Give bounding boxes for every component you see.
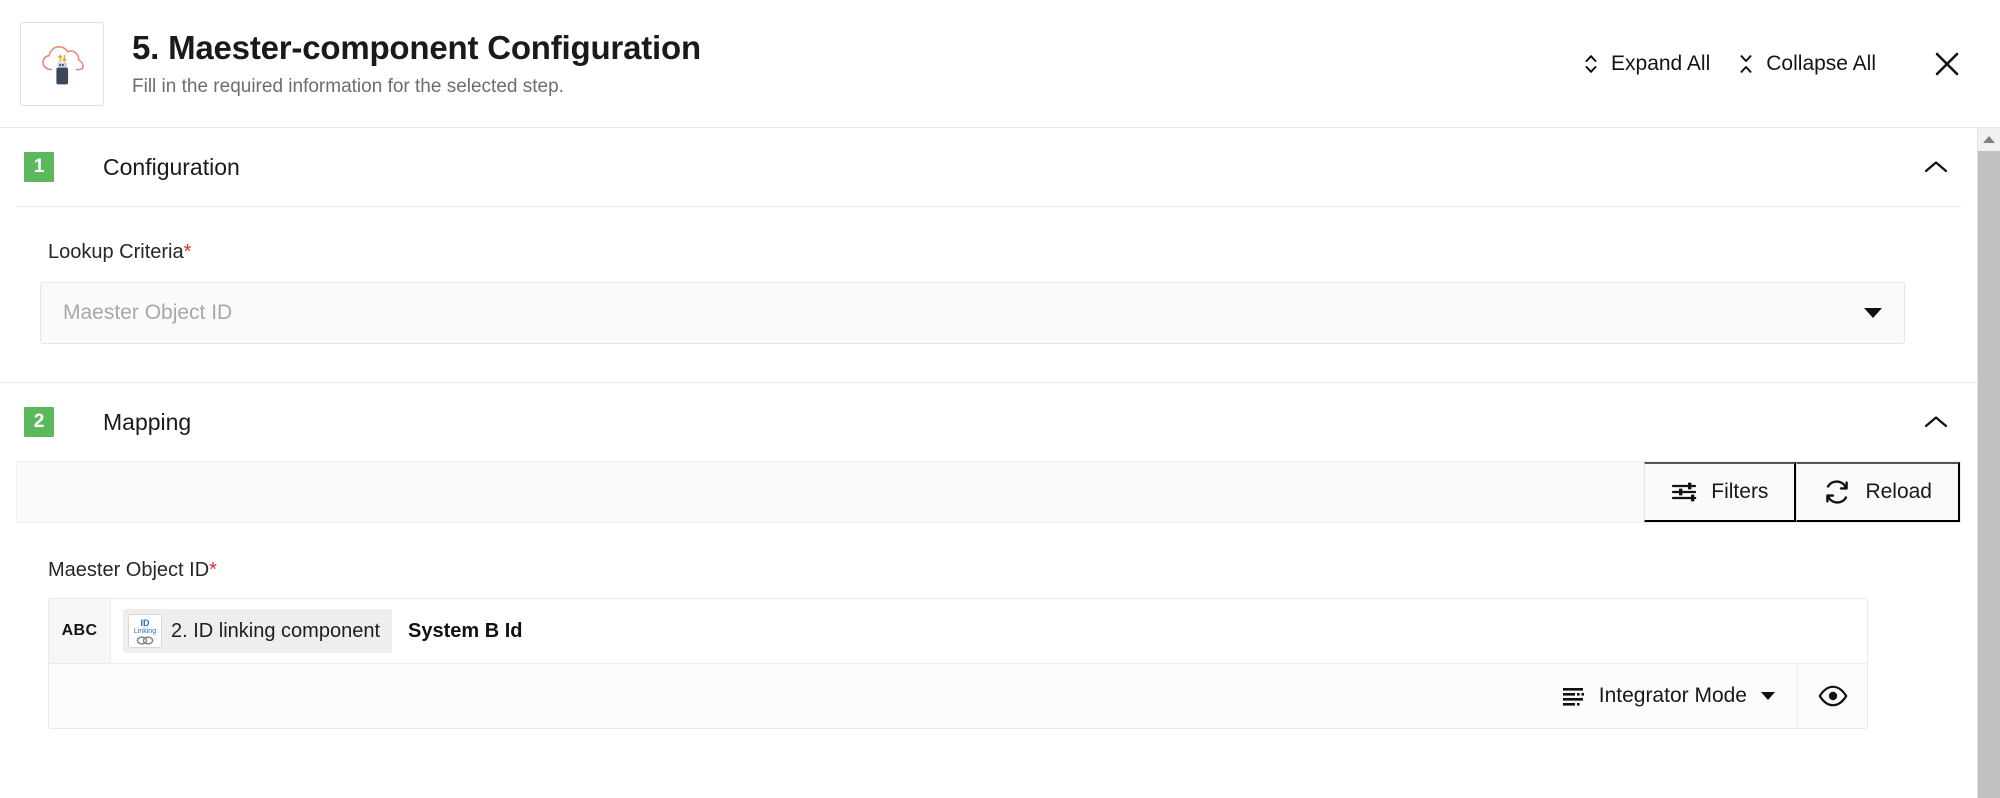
scrollbar-thumb[interactable] xyxy=(1978,151,2000,798)
expand-all-button[interactable]: Expand All xyxy=(1569,42,1724,86)
section-header-configuration[interactable]: 1 Configuration xyxy=(0,128,1977,206)
chevron-down-icon xyxy=(1864,308,1882,318)
dialog-header: 5. Maester-component Configuration Fill … xyxy=(0,0,2000,128)
id-linking-icon-linking-text: Linking xyxy=(133,627,157,635)
mapping-chip-label: 2. ID linking component xyxy=(171,619,381,642)
mapping-chip-value: System B Id xyxy=(392,609,539,653)
maester-object-id-label: Maester Object ID* xyxy=(48,559,1977,582)
dialog-body: 1 Configuration Lookup Criteria* Maester… xyxy=(0,128,2000,798)
lookup-criteria-label-text: Lookup Criteria xyxy=(48,241,184,263)
section-number-badge: 1 xyxy=(24,152,54,182)
mapping-chip-area[interactable]: ID Linking 2. ID linking component Syste… xyxy=(111,599,1867,663)
required-asterisk: * xyxy=(183,241,192,263)
collapse-section-2-button[interactable] xyxy=(1919,405,1953,439)
section-title-mapping: Mapping xyxy=(103,408,192,435)
eye-icon xyxy=(1818,685,1848,707)
vertical-scrollbar[interactable] xyxy=(1977,128,2000,798)
id-linking-icon-id-text: ID xyxy=(140,617,150,628)
chevron-up-icon xyxy=(1923,159,1949,175)
scrollbar-track[interactable] xyxy=(1978,151,2000,798)
configuration-dialog: 5. Maester-component Configuration Fill … xyxy=(0,0,2000,798)
mapping-options-row: Integrator Mode xyxy=(49,664,1867,728)
required-asterisk: * xyxy=(209,559,217,581)
reload-label: Reload xyxy=(1865,480,1932,503)
section-title-configuration: Configuration xyxy=(103,153,240,180)
triangle-up-icon xyxy=(1983,136,1995,143)
section-header-mapping[interactable]: 2 Mapping xyxy=(0,383,1977,461)
filters-icon xyxy=(1671,480,1697,504)
filters-button[interactable]: Filters xyxy=(1644,462,1797,522)
header-actions: Expand All Collapse All xyxy=(1569,41,1976,87)
section-number-badge: 2 xyxy=(24,407,54,437)
section-body-configuration: Lookup Criteria* Maester Object ID xyxy=(0,241,1977,344)
reload-button[interactable]: Reload xyxy=(1796,462,1960,522)
lookup-criteria-select[interactable]: Maester Object ID xyxy=(40,282,1905,344)
page-subtitle: Fill in the required information for the… xyxy=(132,75,564,97)
mapping-toolbar: Filters Reload xyxy=(16,461,1961,523)
list-lines-icon xyxy=(1561,685,1585,707)
id-linking-icon: ID Linking xyxy=(128,614,162,648)
lookup-criteria-placeholder: Maester Object ID xyxy=(63,301,233,324)
datatype-cell-abc: ABC xyxy=(49,599,111,663)
mapping-value-row: ABC ID Linking 2. ID linking component S… xyxy=(49,599,1867,664)
integrator-mode-label: Integrator Mode xyxy=(1598,684,1747,707)
collapse-chevrons-icon xyxy=(1738,52,1754,76)
chevron-down-icon xyxy=(1761,692,1775,700)
visibility-toggle-button[interactable] xyxy=(1797,664,1867,728)
filters-label: Filters xyxy=(1711,480,1769,503)
maester-object-id-label-text: Maester Object ID xyxy=(48,559,210,581)
header-text-block: 5. Maester-component Configuration Fill … xyxy=(132,29,1569,99)
scroll-content: 1 Configuration Lookup Criteria* Maester… xyxy=(0,128,1977,798)
page-title: 5. Maester-component Configuration xyxy=(132,28,701,66)
section-1-divider xyxy=(16,206,1961,207)
collapse-all-label: Collapse All xyxy=(1766,51,1876,75)
integrator-mode-dropdown[interactable]: Integrator Mode xyxy=(1539,664,1797,728)
mapping-chip[interactable]: ID Linking 2. ID linking component Syste… xyxy=(123,609,539,653)
mapping-field-box: ABC ID Linking 2. ID linking component S… xyxy=(48,598,1868,729)
close-button[interactable] xyxy=(1924,41,1970,87)
collapse-section-1-button[interactable] xyxy=(1919,150,1953,184)
close-icon xyxy=(1932,49,1962,79)
chain-links-icon xyxy=(136,635,154,645)
reload-icon xyxy=(1823,479,1851,505)
scrollbar-up-button[interactable] xyxy=(1978,128,2000,151)
chevron-up-icon xyxy=(1923,414,1949,430)
expand-all-label: Expand All xyxy=(1611,51,1711,75)
collapse-all-button[interactable]: Collapse All xyxy=(1724,42,1890,86)
cloud-usb-icon xyxy=(20,21,104,106)
expand-chevrons-icon xyxy=(1583,52,1599,76)
lookup-criteria-label: Lookup Criteria* xyxy=(48,241,1953,264)
